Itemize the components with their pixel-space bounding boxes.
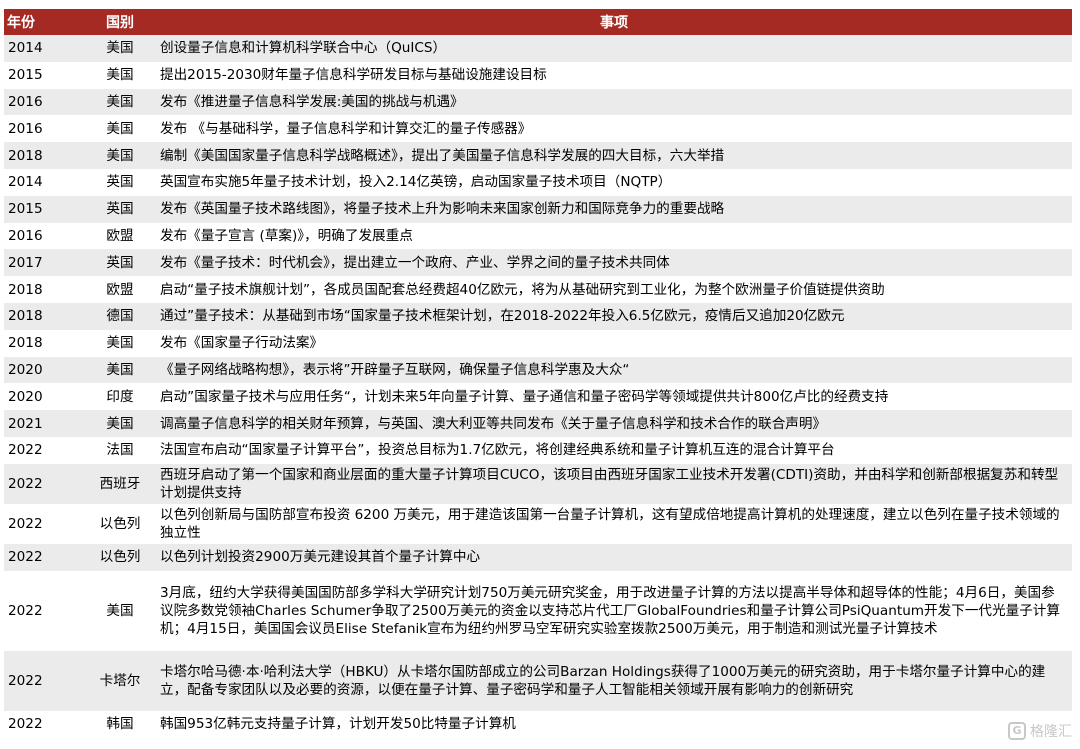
cell-year: 2022 — [4, 570, 84, 651]
cell-event: 编制《美国国家量子信息科学战略概述》，提出了美国量子信息科学发展的四大目标，六大… — [156, 142, 1072, 169]
cell-year: 2015 — [4, 61, 84, 89]
cell-country: 美国 — [84, 88, 156, 116]
cell-event: 英国宣布实施5年量子技术计划，投入2.14亿英镑，启动国家量子技术项目（NQTP… — [156, 168, 1072, 196]
cell-event: 创设量子信息和计算机科学联合中心（QuICS） — [156, 35, 1072, 62]
cell-event: 韩国953亿韩元支持量子计算，计划开发50比特量子计算机 — [156, 710, 1072, 738]
table-row: 2014 英国 英国宣布实施5年量子技术计划，投入2.14亿英镑，启动国家量子技术项… — [4, 168, 1072, 196]
table-row: 2021 美国 调高量子信息科学的相关财年预算，与英国、澳大利亚等共同发布《关于量子… — [4, 410, 1072, 437]
cell-country: 以色列 — [84, 543, 156, 571]
table-row: 2017 英国 发布《量子技术：时代机会》，提出建立一个政府、产业、学界之间的量子技… — [4, 249, 1072, 277]
cell-country: 美国 — [84, 35, 156, 62]
watermark-text: 格隆汇 — [1030, 724, 1072, 740]
cell-event: 卡塔尔哈马德·本·哈利法大学（HBKU）从卡塔尔国防部成立的公司Barzan H… — [156, 650, 1072, 711]
cell-year: 2017 — [4, 249, 84, 277]
cell-country: 美国 — [84, 61, 156, 89]
cell-event: 《量子网络战略构想》，表示将”开辟量子互联网，确保量子信息科学惠及大众“ — [156, 356, 1072, 384]
cell-year: 2022 — [4, 543, 84, 571]
cell-year: 2015 — [4, 195, 84, 223]
header-year: 年份 — [7, 15, 35, 31]
cell-country: 以色列 — [84, 503, 156, 544]
cell-year: 2022 — [4, 710, 84, 738]
cell-year: 2018 — [4, 329, 84, 357]
cell-country: 美国 — [84, 570, 156, 651]
table-row: 2022 韩国 韩国953亿韩元支持量子计算，计划开发50比特量子计算机 — [4, 710, 1072, 738]
cell-year: 2018 — [4, 302, 84, 330]
header-country: 国别 — [106, 15, 134, 31]
table-row: 2014 美国 创设量子信息和计算机科学联合中心（QuICS） — [4, 35, 1072, 62]
cell-country: 卡塔尔 — [84, 650, 156, 711]
cell-event: 以色列计划投资2900万美元建设其首个量子计算中心 — [156, 543, 1072, 571]
header-event: 事项 — [600, 15, 628, 31]
cell-year: 2022 — [4, 503, 84, 544]
table-row: 2018 欧盟 启动“量子技术旗舰计划”，各成员国配套总经费超40亿欧元，将为从基础… — [4, 276, 1072, 303]
table-row: 2015 英国 发布《英国量子技术路线图》，将量子技术上升为影响未来国家创新力和国际… — [4, 195, 1072, 223]
cell-event: 法国宣布启动“国家量子计算平台”，投资总目标为1.7亿欧元，将创建经典系统和量子… — [156, 436, 1072, 464]
cell-event: 发布《量子技术：时代机会》，提出建立一个政府、产业、学界之间的量子技术共同体 — [156, 249, 1072, 277]
table-row: 2015 美国 提出2015-2030财年量子信息科学研发目标与基础设施建设目标 — [4, 61, 1072, 89]
table-row: 2020 美国 《量子网络战略构想》，表示将”开辟量子互联网，确保量子信息科学惠及大… — [4, 356, 1072, 384]
cell-country: 法国 — [84, 436, 156, 464]
cell-country: 英国 — [84, 168, 156, 196]
table-row: 2022 西班牙 西班牙启动了第一个国家和商业层面的重大量子计算项目CUCO，该项目… — [4, 463, 1072, 504]
cell-country: 德国 — [84, 302, 156, 330]
cell-event: 以色列创新局与国防部宣布投资 6200 万美元，用于建造该国第一台量子计算机，这… — [156, 503, 1072, 544]
cell-event: 3月底，纽约大学获得美国国防部多学科大学研究计划750万美元研究奖金，用于改进量… — [156, 570, 1072, 651]
table-row: 2020 印度 启动”国家量子技术与应用任务“，计划未来5年向量子计算、量子通信和量… — [4, 383, 1072, 411]
cell-event: 通过”量子技术：从基础到市场“国家量子技术框架计划，在2018-2022年投入6… — [156, 302, 1072, 330]
cell-event: 西班牙启动了第一个国家和商业层面的重大量子计算项目CUCO，该项目由西班牙国家工… — [156, 463, 1072, 504]
cell-country: 印度 — [84, 383, 156, 411]
table-row: 2016 美国 发布《推进量子信息科学发展:美国的挑战与机遇》 — [4, 88, 1072, 116]
cell-country: 欧盟 — [84, 222, 156, 250]
cell-year: 2018 — [4, 276, 84, 303]
cell-year: 2014 — [4, 168, 84, 196]
cell-country: 英国 — [84, 195, 156, 223]
cell-year: 2018 — [4, 142, 84, 169]
cell-country: 韩国 — [84, 710, 156, 738]
cell-event: 启动”国家量子技术与应用任务“，计划未来5年向量子计算、量子通信和量子密码学等领… — [156, 383, 1072, 411]
cell-event: 发布《英国量子技术路线图》，将量子技术上升为影响未来国家创新力和国际竞争力的重要… — [156, 195, 1072, 223]
cell-year: 2022 — [4, 650, 84, 711]
table-row: 2022 以色列 以色列计划投资2900万美元建设其首个量子计算中心 — [4, 543, 1072, 571]
table-row: 2022 美国 3月底，纽约大学获得美国国防部多学科大学研究计划750万美元研究奖金… — [4, 570, 1072, 651]
cell-country: 欧盟 — [84, 276, 156, 303]
cell-year: 2016 — [4, 115, 84, 143]
watermark: G 格隆汇 — [1008, 721, 1072, 741]
cell-event: 发布《量子宣言 (草案)》，明确了发展重点 — [156, 222, 1072, 250]
cell-event: 提出2015-2030财年量子信息科学研发目标与基础设施建设目标 — [156, 61, 1072, 89]
cell-year: 2016 — [4, 222, 84, 250]
cell-country: 英国 — [84, 249, 156, 277]
cell-year: 2020 — [4, 356, 84, 384]
table-row: 2022 法国 法国宣布启动“国家量子计算平台”，投资总目标为1.7亿欧元，将创建经… — [4, 436, 1072, 464]
gelonghui-logo-icon: G — [1008, 722, 1026, 740]
cell-event: 发布 《与基础科学，量子信息科学和计算交汇的量子传感器》 — [156, 115, 1072, 143]
cell-year: 2014 — [4, 35, 84, 62]
cell-event: 启动“量子技术旗舰计划”，各成员国配套总经费超40亿欧元，将为从基础研究到工业化… — [156, 276, 1072, 303]
cell-country: 美国 — [84, 115, 156, 143]
cell-country: 美国 — [84, 329, 156, 357]
table-row: 2018 美国 编制《美国国家量子信息科学战略概述》，提出了美国量子信息科学发展的四… — [4, 142, 1072, 169]
cell-event: 调高量子信息科学的相关财年预算，与英国、澳大利亚等共同发布《关于量子信息科学和技… — [156, 410, 1072, 437]
table-header-row: 年份 国别 事项 — [4, 9, 1072, 35]
cell-event: 发布《国家量子行动法案》 — [156, 329, 1072, 357]
table-row: 2022 以色列 以色列创新局与国防部宣布投资 6200 万美元，用于建造该国第一台… — [4, 503, 1072, 544]
table-row: 2018 德国 通过”量子技术：从基础到市场“国家量子技术框架计划，在2018-20… — [4, 302, 1072, 330]
policy-table: 年份 国别 事项 2014 美国 创设量子信息和计算机科学联合中心（QuICS） 2… — [4, 9, 1072, 738]
cell-country: 美国 — [84, 356, 156, 384]
cell-country: 西班牙 — [84, 463, 156, 504]
cell-event: 发布《推进量子信息科学发展:美国的挑战与机遇》 — [156, 88, 1072, 116]
table-row: 2018 美国 发布《国家量子行动法案》 — [4, 329, 1072, 357]
table-row: 2016 欧盟 发布《量子宣言 (草案)》，明确了发展重点 — [4, 222, 1072, 250]
cell-country: 美国 — [84, 410, 156, 437]
cell-year: 2020 — [4, 383, 84, 411]
table-row: 2022 卡塔尔 卡塔尔哈马德·本·哈利法大学（HBKU）从卡塔尔国防部成立的公司B… — [4, 650, 1072, 711]
cell-year: 2016 — [4, 88, 84, 116]
table-row: 2016 美国 发布 《与基础科学，量子信息科学和计算交汇的量子传感器》 — [4, 115, 1072, 143]
cell-year: 2021 — [4, 410, 84, 437]
cell-year: 2022 — [4, 463, 84, 504]
cell-year: 2022 — [4, 436, 84, 464]
cell-country: 美国 — [84, 142, 156, 169]
